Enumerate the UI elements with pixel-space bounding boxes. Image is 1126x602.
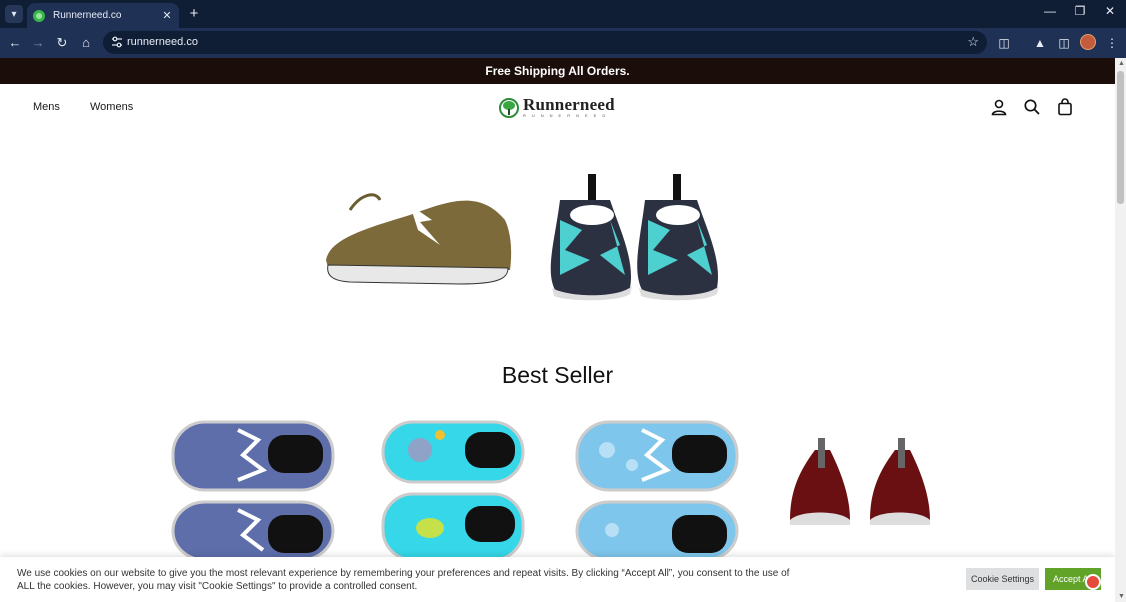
account-icon[interactable] [990,98,1008,116]
page-scrollbar[interactable]: ▲ ▼ [1115,58,1126,602]
labs-icon[interactable]: ▲ [1031,34,1049,52]
scroll-down-icon[interactable]: ▼ [1118,593,1125,600]
cart-icon[interactable] [1056,98,1074,116]
tab-title: Runnerneed.co [53,10,122,21]
light-blue-pattern-shoes[interactable] [572,410,752,560]
scroll-up-icon[interactable]: ▲ [1118,60,1125,67]
cookie-revisit-icon[interactable] [1085,574,1101,590]
best-seller-title: Best Seller [501,362,614,388]
cookie-consent-bar: We use cookies on our website to give yo… [0,557,1115,602]
url-text: runnerneed.co [127,36,198,48]
brown-sneaker-image [326,193,512,285]
extensions-icon[interactable]: ◫ [995,34,1013,52]
close-icon[interactable]: ✕ [159,9,175,22]
cyan-cartoon-shoes[interactable] [380,410,560,560]
site-info-icon[interactable] [111,36,123,48]
restore-icon[interactable]: ❐ [1069,4,1091,18]
browser-tab[interactable]: Runnerneed.co ✕ [27,3,179,28]
site-header: Mens Womens Runnerneed RUNNERNEED [0,84,1115,132]
best-seller-grid [160,410,960,560]
favicon [33,9,45,22]
profile-avatar[interactable] [1080,34,1096,50]
site-logo[interactable]: Runnerneed RUNNERNEED [499,96,615,120]
logo-name: Runnerneed [523,95,615,114]
side-panel-icon[interactable]: ◫ [1055,34,1073,52]
plus-icon[interactable]: + [186,5,202,22]
home-icon[interactable]: ⌂ [77,34,95,52]
star-icon[interactable]: ☆ [967,34,979,50]
menu-icon[interactable]: ⋮ [1103,34,1121,52]
dark-red-shoes[interactable] [775,410,955,560]
hero-banner[interactable] [320,160,730,310]
search-icon[interactable] [1023,98,1041,116]
nav-link-womens[interactable]: Womens [90,101,133,113]
announcement-text: Free Shipping All Orders. [485,64,630,78]
tab-search-icon[interactable]: ▾ [5,5,23,23]
announcement-bar: Free Shipping All Orders. [0,58,1115,84]
cookie-settings-button[interactable]: Cookie Settings [966,568,1039,590]
scroll-thumb[interactable] [1117,71,1124,204]
nav-link-mens[interactable]: Mens [33,101,60,113]
back-icon[interactable]: ← [6,34,24,52]
minimize-icon[interactable]: — [1039,4,1061,18]
tree-logo-icon [499,98,519,118]
blue-denim-shoes[interactable] [168,410,348,560]
teal-black-sneakers-image [550,174,719,301]
browser-toolbar: ← → ↻ ⌂ runnerneed.co ☆ ◫ ▲ ◫ ⋮ [0,28,1126,58]
browser-tab-strip: ▾ Runnerneed.co ✕ + — ❐ ✕ [0,0,1126,28]
logo-subtext: RUNNERNEED [523,113,612,118]
forward-icon[interactable]: → [29,34,47,52]
address-bar[interactable]: runnerneed.co ☆ [103,31,987,54]
close-window-icon[interactable]: ✕ [1099,4,1121,18]
cookie-text: We use cookies on our website to give yo… [17,568,790,592]
reload-icon[interactable]: ↻ [53,34,71,52]
